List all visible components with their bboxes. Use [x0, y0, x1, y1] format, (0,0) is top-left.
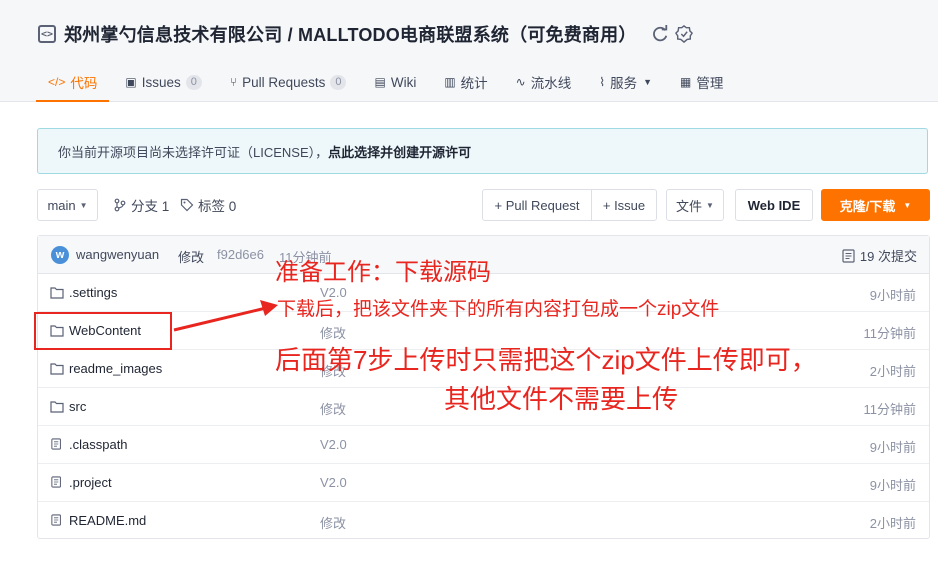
file-commit-message[interactable]: 修改 — [320, 513, 346, 532]
commit-author[interactable]: wangwenyuan — [76, 247, 159, 262]
repo-tabs: </> 代码 ▣ Issues 0 ⑂ Pull Requests 0 ▤ Wi… — [36, 62, 739, 102]
branch-select[interactable]: main ▼ — [37, 189, 98, 221]
repo-title-row: <> 郑州掌勺信息技术有限公司 / MALLTODO电商联盟系统（可免费商用） — [38, 20, 693, 48]
issues-count-badge: 0 — [185, 74, 202, 90]
file-commit-time: 9小时前 — [869, 288, 916, 303]
file-name[interactable]: readme_images — [69, 361, 162, 376]
annotation-instruction: 下载后，把该文件夹下的所有内容打包成一个zip文件 — [277, 299, 720, 320]
file-icon — [51, 514, 61, 526]
annotation-note-line1: 后面第7步上传时只需把这个zip文件上传即可， — [275, 345, 817, 375]
commit-message[interactable]: 修改 — [178, 247, 204, 266]
annotation-arrow-icon — [173, 300, 278, 332]
repo-title[interactable]: 郑州掌勺信息技术有限公司 / MALLTODO电商联盟系统（可免费商用） — [64, 21, 637, 47]
file-row[interactable]: .classpath V2.0 9小时前 — [38, 426, 929, 464]
tab-code[interactable]: </> 代码 — [36, 62, 110, 102]
tab-pipeline[interactable]: ∿ 流水线 — [504, 62, 584, 102]
new-pull-request-button[interactable]: + Pull Request — [482, 189, 592, 221]
chevron-down-icon: ▼ — [706, 200, 714, 210]
create-license-link[interactable]: 点此选择并创建开源许可 — [328, 142, 471, 161]
code-icon: </> — [48, 75, 66, 89]
file-row[interactable]: .project V2.0 9小时前 — [38, 464, 929, 502]
file-icon — [51, 438, 61, 450]
file-name[interactable]: .project — [69, 475, 112, 490]
tag-icon — [180, 198, 194, 212]
clone-download-button[interactable]: 克隆/下载 ▼ — [821, 189, 930, 221]
file-name[interactable]: src — [69, 399, 86, 414]
tab-manage[interactable]: ▦ 管理 — [668, 62, 735, 102]
repo-header: <> 郑州掌勺信息技术有限公司 / MALLTODO电商联盟系统（可免费商用） … — [0, 0, 938, 102]
tab-wiki[interactable]: ▤ Wiki — [362, 62, 428, 102]
tags-link[interactable]: 标签 0 — [180, 189, 236, 221]
award-icon[interactable] — [674, 25, 693, 43]
avatar[interactable]: w — [51, 246, 69, 264]
folder-icon — [50, 363, 64, 375]
branch-icon — [114, 198, 126, 212]
web-ide-button[interactable]: Web IDE — [735, 189, 813, 221]
commit-history-icon — [842, 248, 855, 263]
tab-label: 代码 — [70, 76, 98, 91]
issues-icon: ▣ — [125, 75, 137, 89]
file-commit-time: 9小时前 — [869, 440, 916, 455]
repo-code-icon: <> — [38, 25, 56, 43]
file-commit-time: 9小时前 — [869, 478, 916, 493]
tab-label: 服务 — [610, 76, 638, 91]
tab-stats[interactable]: ▥ 统计 — [432, 62, 499, 102]
branch-name: main — [47, 197, 76, 213]
file-name[interactable]: .settings — [69, 285, 117, 300]
file-commit-time: 11分钟前 — [863, 402, 917, 417]
tab-label: Issues — [141, 74, 181, 90]
file-menu-button[interactable]: 文件 ▼ — [666, 189, 724, 221]
annotation-highlight-box — [34, 312, 172, 350]
chevron-down-icon: ▼ — [903, 200, 912, 210]
sync-icon[interactable] — [651, 25, 669, 43]
pipeline-icon: ∿ — [515, 75, 526, 89]
file-name[interactable]: .classpath — [69, 437, 128, 452]
settings-doc-icon: ▦ — [680, 75, 692, 89]
file-commit-message[interactable]: V2.0 — [320, 437, 347, 452]
tab-label: 管理 — [696, 76, 724, 91]
pull-request-icon: ⑂ — [229, 75, 238, 89]
book-icon: ▤ — [374, 75, 386, 89]
chevron-down-icon: ▼ — [643, 77, 653, 87]
branches-link[interactable]: 分支 1 — [113, 189, 169, 221]
commit-count-link[interactable]: 19 次提交 — [842, 246, 917, 265]
chevron-down-icon: ▼ — [79, 200, 88, 210]
pr-count-badge: 0 — [330, 74, 347, 90]
license-notice-text: 你当前开源项目尚未选择许可证（LICENSE）， — [58, 144, 329, 160]
license-notice: 你当前开源项目尚未选择许可证（LICENSE）， 点此选择并创建开源许可 — [37, 128, 928, 174]
file-icon — [51, 476, 61, 488]
new-issue-button[interactable]: + Issue — [591, 189, 657, 221]
tab-label: Wiki — [390, 74, 417, 90]
file-commit-message[interactable]: V2.0 — [320, 475, 347, 490]
tab-pull-requests[interactable]: ⑂ Pull Requests 0 — [218, 62, 359, 102]
folder-icon — [50, 401, 64, 413]
commit-count: 19 次提交 — [859, 249, 917, 264]
branches-count: 分支 1 — [131, 199, 170, 214]
file-commit-time: 11分钟前 — [863, 326, 917, 341]
clone-download-label: 克隆/下载 — [839, 198, 896, 214]
file-commit-time: 2小时前 — [869, 516, 916, 531]
annotation-title: 准备工作：下载源码 — [275, 259, 491, 286]
tab-label: 统计 — [460, 76, 488, 91]
folder-icon — [50, 287, 64, 299]
tab-issues[interactable]: ▣ Issues 0 — [113, 62, 214, 102]
file-row[interactable]: README.md 修改 2小时前 — [38, 502, 929, 540]
repo-toolbar: main ▼ 分支 1 标签 0 + Pull Request + Issue … — [37, 189, 930, 221]
tab-label: Pull Requests — [242, 74, 326, 90]
file-commit-message[interactable]: 修改 — [320, 399, 346, 418]
tags-count: 标签 0 — [198, 199, 237, 214]
pulse-icon: ⌇ — [599, 75, 606, 89]
file-menu-label: 文件 — [676, 198, 703, 214]
file-commit-time: 2小时前 — [869, 364, 916, 379]
annotation-note-line2: 其他文件不需要上传 — [444, 384, 679, 414]
file-name[interactable]: README.md — [69, 513, 146, 528]
tab-services[interactable]: ⌇ 服务 ▼ — [587, 62, 664, 102]
bar-chart-icon: ▥ — [444, 75, 456, 89]
commit-hash[interactable]: f92d6e6 — [217, 247, 264, 262]
tab-label: 流水线 — [530, 76, 572, 91]
